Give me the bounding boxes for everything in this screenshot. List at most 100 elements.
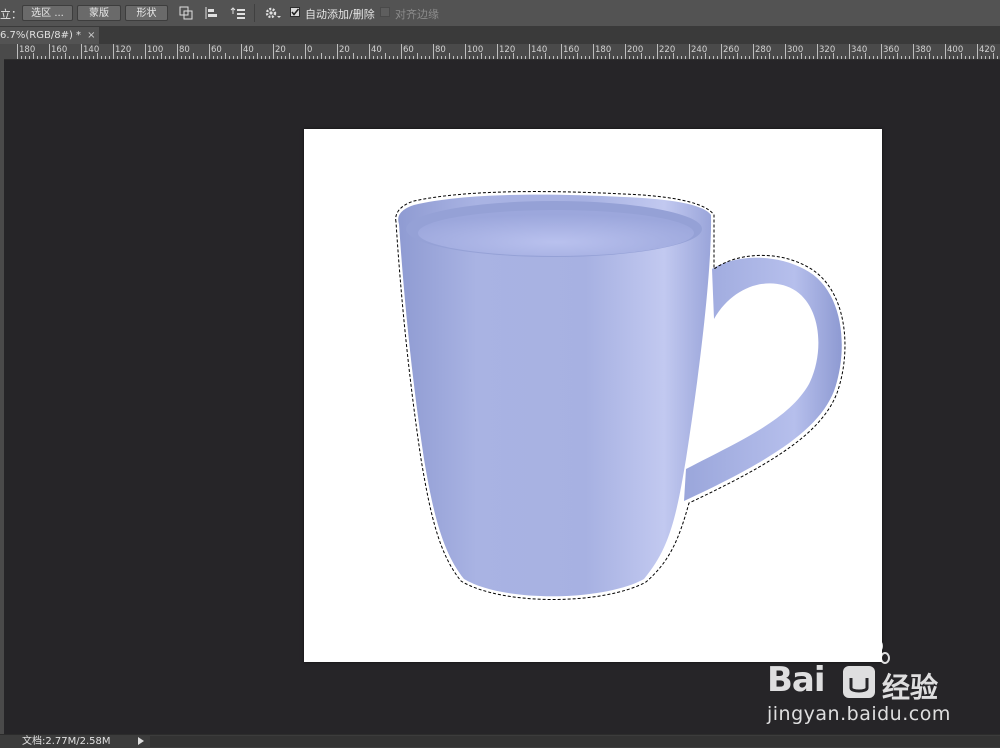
align-edges-label: 对齐边缘 <box>395 8 439 21</box>
ruler-minor-tick <box>141 56 142 59</box>
ruler-minor-tick <box>829 56 830 59</box>
ruler-major-tick <box>433 44 434 59</box>
ruler-minor-tick <box>181 56 182 59</box>
ruler-label: 0 <box>307 45 313 55</box>
ruler-minor-tick <box>605 56 606 59</box>
ruler-minor-tick <box>949 56 950 59</box>
ruler-minor-tick <box>781 56 782 59</box>
status-menu-arrow-icon[interactable] <box>138 737 144 745</box>
ruler-minor-tick <box>321 53 322 59</box>
ruler-major-tick <box>177 44 178 59</box>
ruler-minor-tick <box>397 56 398 59</box>
ruler-major-tick <box>273 44 274 59</box>
ruler-minor-tick <box>745 56 746 59</box>
ruler-minor-tick <box>693 56 694 59</box>
ruler-minor-tick <box>437 56 438 59</box>
status-bar: 文档:2.77M/2.58M <box>0 734 1000 748</box>
ruler-minor-tick <box>297 56 298 59</box>
ruler-major-tick <box>337 44 338 59</box>
ruler-minor-tick <box>769 53 770 59</box>
ruler-minor-tick <box>169 56 170 59</box>
ruler-label: 40 <box>371 45 382 55</box>
ruler-minor-tick <box>281 56 282 59</box>
watermark-brand-cn: 经验 <box>882 671 939 704</box>
ruler-minor-tick <box>317 56 318 59</box>
ruler-major-tick <box>401 44 402 59</box>
path-alignment-icon[interactable] <box>204 5 220 21</box>
make-selection-button[interactable]: 选区 ... <box>22 5 73 21</box>
document-size-info[interactable]: 文档:2.77M/2.58M <box>22 735 111 748</box>
ruler-minor-tick <box>57 56 58 59</box>
ruler-minor-tick <box>165 56 166 59</box>
ruler-minor-tick <box>865 53 866 59</box>
ruler-minor-tick <box>925 56 926 59</box>
ruler-minor-tick <box>917 56 918 59</box>
auto-add-delete-checkbox[interactable] <box>290 7 300 17</box>
ruler-minor-tick <box>105 56 106 59</box>
ruler-minor-tick <box>73 56 74 59</box>
ruler-minor-tick <box>333 56 334 59</box>
vertical-ruler[interactable] <box>0 59 4 734</box>
make-mask-button[interactable]: 蒙版 <box>77 5 121 21</box>
ruler-minor-tick <box>805 56 806 59</box>
ruler-minor-tick <box>933 56 934 59</box>
ruler-major-tick <box>497 44 498 59</box>
ruler-minor-tick <box>965 56 966 59</box>
ruler-minor-tick <box>869 56 870 59</box>
ruler-label: 40 <box>243 45 254 55</box>
ruler-minor-tick <box>833 53 834 59</box>
ruler-major-tick <box>145 44 146 59</box>
ruler-minor-tick <box>577 53 578 59</box>
align-edges-checkbox[interactable] <box>380 7 390 17</box>
ruler-minor-tick <box>129 53 130 59</box>
ruler-minor-tick <box>857 56 858 59</box>
ruler-minor-tick <box>901 56 902 59</box>
ruler-minor-tick <box>921 56 922 59</box>
ruler-minor-tick <box>445 56 446 59</box>
path-operations-icon[interactable] <box>178 5 194 21</box>
ruler-major-tick <box>817 44 818 59</box>
ruler-minor-tick <box>645 56 646 59</box>
ruler-minor-tick <box>501 56 502 59</box>
ruler-minor-tick <box>325 56 326 59</box>
ruler-minor-tick <box>705 53 706 59</box>
ruler-label: 80 <box>435 45 446 55</box>
ruler-minor-tick <box>425 56 426 59</box>
ruler-minor-tick <box>493 56 494 59</box>
mug-image <box>395 191 846 600</box>
ruler-major-tick <box>785 44 786 59</box>
ruler-minor-tick <box>349 56 350 59</box>
ruler-minor-tick <box>389 56 390 59</box>
ruler-minor-tick <box>261 56 262 59</box>
ruler-label: 60 <box>403 45 414 55</box>
ruler-minor-tick <box>565 56 566 59</box>
ruler-minor-tick <box>473 56 474 59</box>
ruler-minor-tick <box>517 56 518 59</box>
document-tab[interactable]: 6.7%(RGB/8#) * × <box>0 27 100 44</box>
auto-add-delete-label: 自动添加/删除 <box>305 8 375 21</box>
ruler-minor-tick <box>505 56 506 59</box>
ruler-minor-tick <box>329 56 330 59</box>
ruler-label: 60 <box>211 45 222 55</box>
ruler-major-tick <box>753 44 754 59</box>
ruler-minor-tick <box>653 56 654 59</box>
close-tab-icon[interactable]: × <box>87 30 95 41</box>
ruler-minor-tick <box>89 56 90 59</box>
ruler-minor-tick <box>665 56 666 59</box>
make-shape-button[interactable]: 形状 <box>125 5 168 21</box>
ruler-minor-tick <box>809 56 810 59</box>
path-arrangement-icon[interactable] <box>230 5 246 21</box>
horizontal-ruler[interactable]: 180 160 140 120 100 80 60 40 20 0 20 40 60 80 100 120 14… <box>0 44 1000 60</box>
ruler-minor-tick <box>709 56 710 59</box>
ruler-minor-tick <box>685 56 686 59</box>
ruler-minor-tick <box>885 56 886 59</box>
horizontal-scrollbar[interactable] <box>150 736 1000 747</box>
gear-icon[interactable] <box>264 5 281 21</box>
ruler-minor-tick <box>237 56 238 59</box>
ruler-minor-tick <box>97 53 98 59</box>
ruler-minor-tick <box>801 53 802 59</box>
document-canvas[interactable] <box>304 129 882 662</box>
ruler-minor-tick <box>117 56 118 59</box>
ruler-minor-tick <box>629 56 630 59</box>
ruler-minor-tick <box>837 56 838 59</box>
